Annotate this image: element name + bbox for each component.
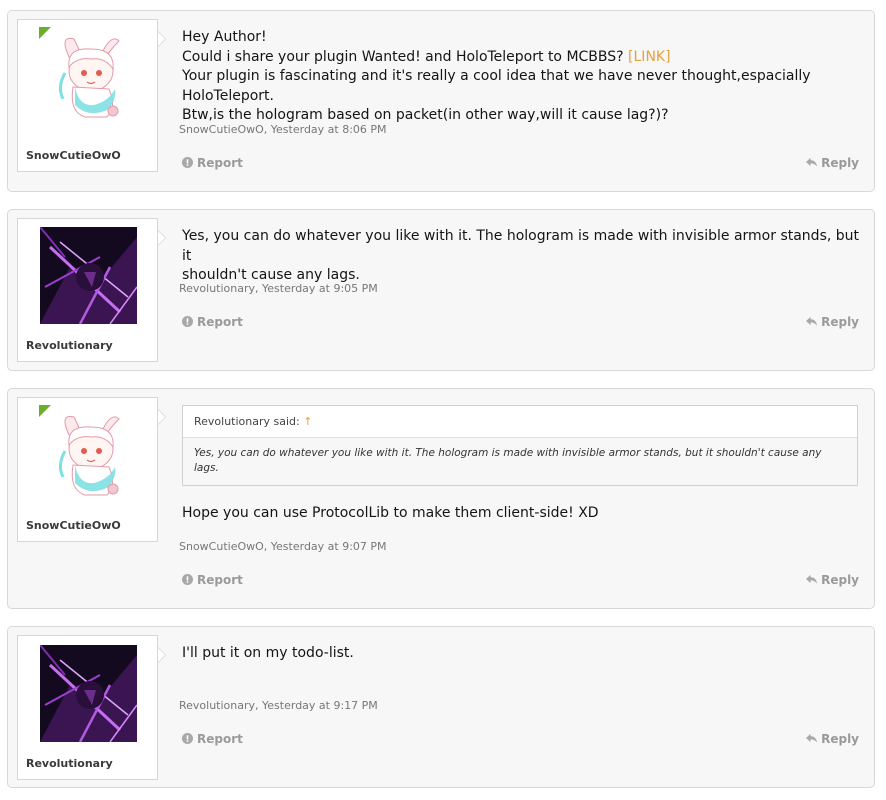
report-label: Report <box>197 315 243 329</box>
reply-label: Reply <box>821 732 859 746</box>
reply-icon <box>806 157 818 167</box>
report-button[interactable]: Report <box>182 732 243 746</box>
avatar[interactable] <box>40 227 137 324</box>
post-meta[interactable]: SnowCutieOwO, Yesterday at 9:07 PM <box>179 540 387 553</box>
message-line: Hey Author! <box>182 29 267 45</box>
message-body: Hey Author! Could i share your plugin Wa… <box>182 28 860 126</box>
report-label: Report <box>197 573 243 587</box>
online-badge-icon <box>39 27 51 39</box>
avatar[interactable] <box>39 27 136 124</box>
message-body: Hope you can use ProtocolLib to make the… <box>182 504 860 524</box>
reply-button[interactable]: Reply <box>806 732 859 746</box>
message-line: Your plugin is fascinating and it's real… <box>182 68 811 104</box>
post: SnowCutieOwO Hey Author! Could i share y… <box>7 10 875 192</box>
message-line: Could i share your plugin Wanted! and Ho… <box>182 48 624 65</box>
username[interactable]: SnowCutieOwO <box>26 149 121 162</box>
reply-button[interactable]: Reply <box>806 156 859 170</box>
report-icon <box>182 733 193 744</box>
post-meta[interactable]: Revolutionary, Yesterday at 9:05 PM <box>179 282 378 295</box>
quote-block: Revolutionary said: ↑ Yes, you can do wh… <box>182 405 858 486</box>
post: SnowCutieOwO Revolutionary said: ↑ Yes, … <box>7 388 875 609</box>
message-body: I'll put it on my todo-list. <box>182 644 860 664</box>
post-meta[interactable]: Revolutionary, Yesterday at 9:17 PM <box>179 699 378 712</box>
avatar[interactable] <box>40 645 137 742</box>
user-card: Revolutionary <box>17 635 166 780</box>
quote-author: Revolutionary said: <box>194 415 300 428</box>
reply-icon <box>806 316 818 326</box>
report-button[interactable]: Report <box>182 315 243 329</box>
user-card: SnowCutieOwO <box>17 397 166 542</box>
report-button[interactable]: Report <box>182 573 243 587</box>
username[interactable]: SnowCutieOwO <box>26 519 121 532</box>
post: Revolutionary Yes, you can do whatever y… <box>7 209 875 371</box>
reply-label: Reply <box>821 573 859 587</box>
reply-label: Reply <box>821 315 859 329</box>
user-card: SnowCutieOwO <box>17 19 166 172</box>
message-link[interactable]: [LINK] <box>628 49 671 65</box>
report-label: Report <box>197 156 243 170</box>
username[interactable]: Revolutionary <box>26 339 113 352</box>
reply-icon <box>806 574 818 584</box>
report-icon <box>182 316 193 327</box>
quote-text: Yes, you can do whatever you like with i… <box>183 438 857 485</box>
username[interactable]: Revolutionary <box>26 757 113 770</box>
message-body: Yes, you can do whatever you like with i… <box>182 227 860 286</box>
quote-header: Revolutionary said: ↑ <box>183 406 857 438</box>
reply-label: Reply <box>821 156 859 170</box>
report-icon <box>182 574 193 585</box>
report-label: Report <box>197 732 243 746</box>
reply-button[interactable]: Reply <box>806 315 859 329</box>
avatar[interactable] <box>39 405 136 502</box>
jump-to-quote-icon[interactable]: ↑ <box>303 415 312 428</box>
message-line: Yes, you can do whatever you like with i… <box>182 228 860 264</box>
message-line: I'll put it on my todo-list. <box>182 645 354 661</box>
reply-button[interactable]: Reply <box>806 573 859 587</box>
message-line: Hope you can use ProtocolLib to make the… <box>182 505 599 521</box>
user-card: Revolutionary <box>17 218 166 362</box>
report-button[interactable]: Report <box>182 156 243 170</box>
post-meta[interactable]: SnowCutieOwO, Yesterday at 8:06 PM <box>179 123 387 136</box>
post: Revolutionary I'll put it on my todo-lis… <box>7 626 875 788</box>
report-icon <box>182 157 193 168</box>
online-badge-icon <box>39 405 51 417</box>
reply-icon <box>806 733 818 743</box>
